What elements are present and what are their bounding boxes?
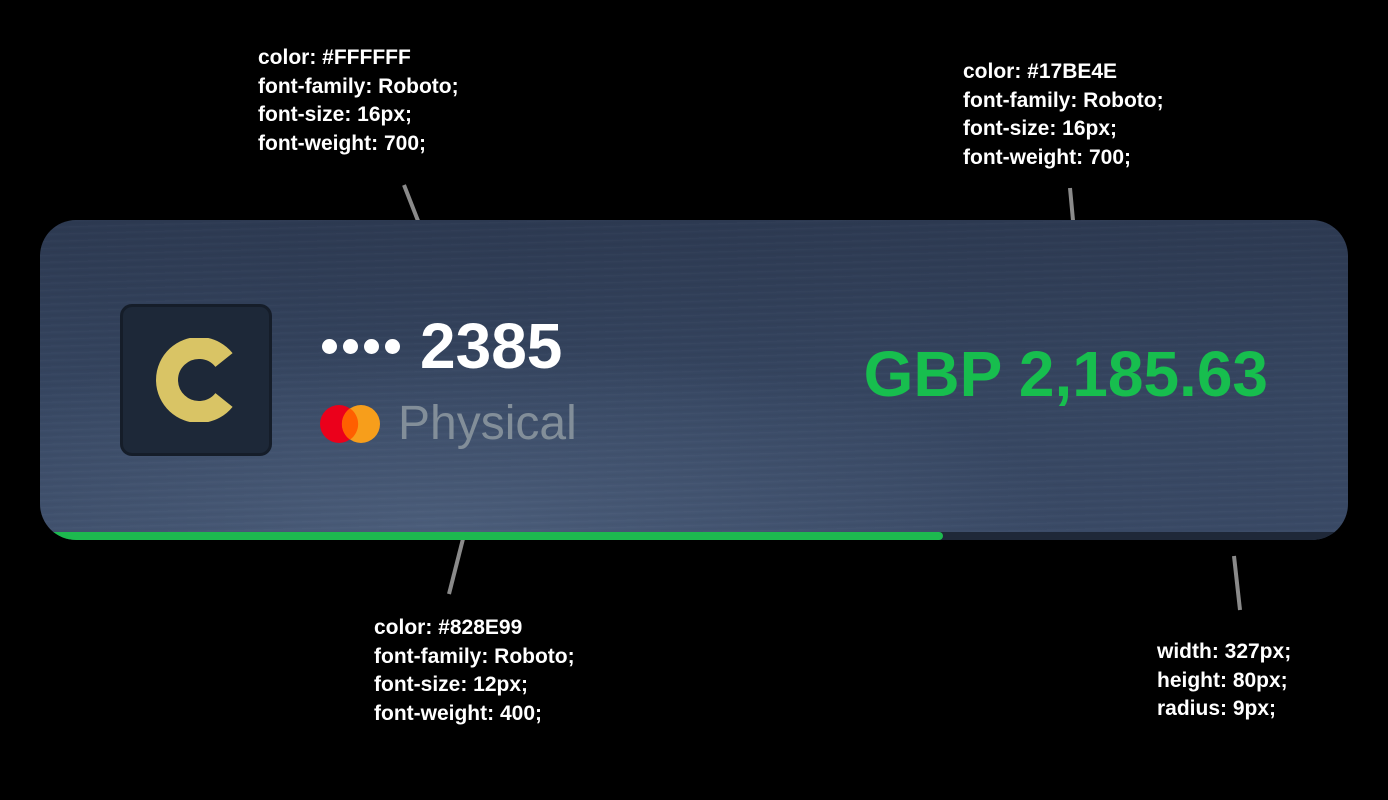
mask-dot [385,338,400,354]
annotation-type-style: color: #828E99 font-family: Roboto; font… [374,614,575,729]
card-type: Physical [320,398,577,450]
annotation-line: width: 327px; [1157,640,1292,663]
card-number: 2385 [322,312,562,380]
mask-dot [364,338,379,354]
card-type-label: Physical [398,397,577,450]
annotation-line: font-family: Roboto; [374,644,575,668]
annotation-number-style: color: #FFFFFF font-family: Roboto; font… [258,44,459,159]
mask-dot [322,338,337,354]
annotation-line: font-family: Roboto; [963,88,1164,112]
card-balance: GBP 2,185.63 [863,338,1268,410]
annotation-line: height: 80px; [1157,668,1288,692]
annotation-line: color: #828E99 [374,616,523,639]
mask-dot [343,338,358,354]
leader-line-size [1232,555,1242,611]
progress-fill [40,532,943,540]
mastercard-icon [320,405,380,443]
annotation-line: font-weight: 400; [374,702,542,726]
card-list-item[interactable]: 2385 Physical GBP 2,185.63 [40,220,1348,540]
annotation-line: radius: 9px; [1157,697,1277,721]
card-logo-tile [120,304,272,456]
annotation-line: color: #17BE4E [963,60,1118,83]
card-last-digits: 2385 [420,310,563,382]
annotation-line: font-family: Roboto; [258,74,459,98]
annotation-line: font-weight: 700; [258,132,426,156]
annotation-line: font-size: 16px; [963,117,1118,141]
mask-dots [322,338,400,354]
annotation-balance-style: color: #17BE4E font-family: Roboto; font… [963,58,1164,173]
annotation-line: color: #FFFFFF [258,46,411,69]
annotation-line: font-size: 12px; [374,673,529,697]
progress-track [40,532,1348,540]
c-logo-icon [156,338,233,422]
annotation-card-size: width: 327px; height: 80px; radius: 9px; [1157,638,1291,724]
annotation-line: font-size: 16px; [258,103,413,127]
annotation-line: font-weight: 700; [963,146,1131,170]
